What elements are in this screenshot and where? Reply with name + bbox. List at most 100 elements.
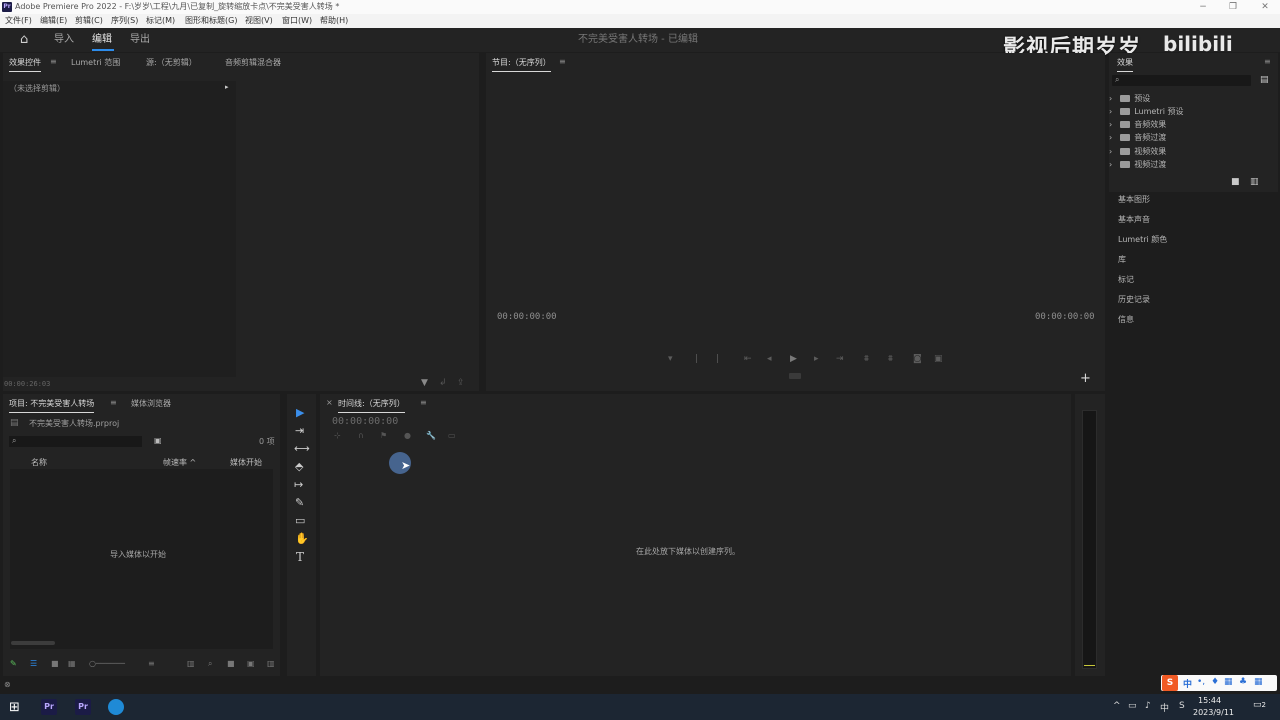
play-icon[interactable]: ▶ (790, 354, 797, 364)
tray-chevron-icon[interactable]: ^ (1113, 701, 1121, 711)
step-forward-icon[interactable]: ▸ (814, 354, 819, 364)
effects-item-audio-transitions[interactable]: › 音频过渡 (1109, 132, 1166, 143)
effects-item-presets[interactable]: › 预设 (1109, 93, 1150, 104)
new-bin-icon[interactable]: ▤ (1260, 75, 1269, 85)
tab-audio-clip-mixer[interactable]: 音频剪辑混合器 (225, 57, 281, 68)
nest-icon[interactable]: ⊹ (334, 431, 341, 440)
tab-lumetri-scopes[interactable]: Lumetri 范围 (71, 57, 120, 68)
lift-icon[interactable]: ⩩ (864, 354, 869, 364)
ime-voice-icon[interactable]: ♦ (1211, 677, 1219, 687)
effects-item-lumetri-presets[interactable]: › Lumetri 预设 (1109, 106, 1184, 117)
chevron-right-icon[interactable]: ▸ (225, 83, 229, 91)
effects-search-input[interactable]: ⌕ (1112, 75, 1251, 86)
sogou-logo-icon[interactable]: S (1162, 675, 1178, 691)
mark-in-icon[interactable]: ▾ (668, 354, 673, 364)
go-to-in-icon[interactable]: ⇤ (744, 354, 752, 364)
ime-punctuation-icon[interactable]: •, (1197, 677, 1205, 687)
ime-mode[interactable]: 中 (1183, 677, 1192, 690)
wrench-icon[interactable]: 🔧 (426, 431, 436, 440)
ime-keyboard-icon[interactable]: ▦ (1224, 677, 1233, 687)
section-info[interactable]: 信息 (1110, 314, 1275, 325)
column-media-start[interactable]: 媒体开始 (230, 457, 262, 468)
nav-import[interactable]: 导入 (54, 28, 74, 52)
home-icon[interactable]: ⌂ (20, 28, 28, 52)
section-lumetri-color[interactable]: Lumetri 颜色 (1110, 234, 1275, 245)
hand-tool-icon[interactable]: ✋ (295, 532, 309, 545)
panel-menu-icon[interactable]: ≡ (50, 57, 57, 66)
mark-in-bracket-icon[interactable]: | (695, 354, 698, 364)
premiere-taskbar-icon-2[interactable]: Pr (75, 699, 91, 715)
horizontal-scrollbar[interactable] (11, 641, 55, 645)
new-bin-icon[interactable]: ▣ (154, 436, 162, 445)
menu-edit[interactable]: 编辑(E) (40, 14, 67, 28)
ripple-edit-tool-icon[interactable]: ⟷ (294, 442, 310, 455)
comparison-view-icon[interactable]: ▣ (934, 354, 943, 364)
go-to-out-icon[interactable]: ⇥ (836, 354, 844, 364)
ime-skin-icon[interactable]: ♣ (1239, 677, 1247, 687)
clear-icon[interactable]: ▥ (267, 659, 275, 668)
close-button[interactable]: ✕ (1255, 0, 1275, 14)
step-back-icon[interactable]: ◂ (767, 354, 772, 364)
filter-icon[interactable]: ▼ (421, 378, 428, 388)
add-button-icon[interactable]: + (1080, 371, 1091, 386)
panel-menu-icon[interactable]: ≡ (559, 57, 566, 66)
maximize-button[interactable]: ❐ (1223, 0, 1243, 14)
captions-icon[interactable]: ▭ (448, 431, 456, 440)
menu-marker[interactable]: 标记(M) (146, 14, 175, 28)
linked-selection-icon[interactable]: ⚑ (380, 431, 387, 440)
tab-effect-controls[interactable]: 效果控件 (9, 57, 41, 72)
zoom-slider[interactable]: ○────── (89, 659, 125, 668)
slip-tool-icon[interactable]: ↦ (294, 478, 303, 491)
clock-date[interactable]: 2023/9/11 (1193, 708, 1234, 717)
find-icon[interactable]: ⌕ (208, 659, 212, 669)
menu-sequence[interactable]: 序列(S) (111, 14, 138, 28)
panel-menu-icon[interactable]: ≡ (420, 398, 427, 407)
panel-menu-icon[interactable]: ≡ (1264, 57, 1271, 66)
menu-help[interactable]: 帮助(H) (320, 14, 348, 28)
selection-tool-icon[interactable]: ▶ (296, 406, 304, 419)
folder-icon[interactable]: ■ (1231, 177, 1240, 187)
type-tool-icon[interactable]: T (296, 550, 304, 564)
menu-clip[interactable]: 剪辑(C) (75, 14, 103, 28)
tab-project[interactable]: 项目: 不完美受害人转场 (9, 398, 95, 413)
section-libraries[interactable]: 库 (1110, 254, 1275, 265)
premiere-taskbar-icon[interactable]: Pr (41, 699, 57, 715)
column-name[interactable]: 名称 (31, 457, 47, 468)
effects-item-audio-effects[interactable]: › 音频效果 (1109, 119, 1166, 130)
snap-icon[interactable]: ∩ (358, 431, 364, 440)
panel-menu-icon[interactable]: ≡ (110, 398, 117, 407)
effects-item-video-transitions[interactable]: › 视频过渡 (1109, 159, 1166, 170)
menu-window[interactable]: 窗口(W) (282, 14, 312, 28)
new-item-icon[interactable]: ▣ (247, 659, 255, 668)
menu-file[interactable]: 文件(F) (5, 14, 32, 28)
ime-toolbox-icon[interactable]: ▦ (1254, 677, 1263, 687)
jog-shuttle[interactable] (789, 373, 801, 379)
volume-icon[interactable]: ♪ (1145, 701, 1151, 711)
sogou-tray-icon[interactable]: S (1179, 701, 1185, 711)
program-title[interactable]: 节目:（无序列） (492, 57, 551, 72)
section-essential-sound[interactable]: 基本声音 (1110, 214, 1275, 225)
razor-tool-icon[interactable]: ⬘ (295, 460, 303, 473)
icon-view-icon[interactable]: ■ (51, 659, 59, 668)
new-bin-icon[interactable]: ■ (227, 659, 235, 668)
export-frame-icon[interactable]: ↲ (439, 378, 447, 388)
sort-icons-icon[interactable]: ≡ (148, 659, 155, 668)
effects-title[interactable]: 效果 (1117, 57, 1133, 72)
notification-icon[interactable]: ▭2 (1253, 700, 1266, 710)
timeline-title[interactable]: 时间线:（无序列） (338, 398, 405, 413)
rectangle-tool-icon[interactable]: ▭ (295, 514, 305, 527)
pen-tool-icon[interactable]: ✎ (295, 496, 304, 509)
input-language[interactable]: 中 (1160, 701, 1169, 714)
network-icon[interactable]: ▭ (1128, 701, 1137, 711)
add-marker-icon[interactable]: ● (404, 431, 411, 440)
minimize-button[interactable]: − (1193, 0, 1213, 14)
clock-time[interactable]: 15:44 (1198, 696, 1221, 705)
export-frame-icon[interactable]: ◙ (913, 354, 922, 364)
edge-browser-icon[interactable] (108, 699, 124, 715)
share-icon[interactable]: ⇪ (457, 378, 465, 388)
section-essential-graphics[interactable]: 基本图形 (1110, 194, 1275, 205)
windows-start-icon[interactable]: ⊞ (9, 700, 20, 715)
tab-media-browser[interactable]: 媒体浏览器 (131, 398, 171, 409)
delete-icon[interactable]: ▥ (1250, 177, 1259, 187)
nav-export[interactable]: 导出 (130, 28, 150, 52)
